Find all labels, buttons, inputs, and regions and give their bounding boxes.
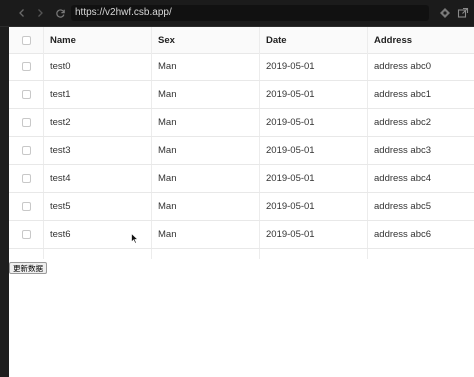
column-header-sex: Sex [152, 27, 260, 53]
cell-name: test1 [44, 81, 152, 108]
row-select[interactable] [9, 137, 44, 164]
table-row: test0 Man 2019-05-01 address abc0 [9, 53, 474, 81]
table-row-partial [9, 249, 474, 259]
cell-sex: Man [152, 137, 260, 164]
cell-sex: Man [152, 81, 260, 108]
cell-address: address abc3 [374, 145, 432, 156]
row-checkbox[interactable] [21, 174, 31, 183]
url-bar[interactable]: https://v2hwf.csb.app/ [71, 5, 429, 21]
cell-name: test0 [44, 53, 152, 80]
cell-name [44, 249, 152, 259]
browser-toolbar: https://v2hwf.csb.app/ [0, 0, 474, 27]
table-row: test1 Man 2019-05-01 address abc1 [9, 81, 474, 109]
cell-address: address abc6 [374, 229, 432, 240]
row-checkbox[interactable] [21, 62, 31, 71]
cell-date: 2019-05-01 [260, 81, 368, 108]
cell-date: 2019-05-01 [260, 221, 368, 248]
row-checkbox[interactable] [21, 118, 31, 127]
cell-address: address abc4 [374, 173, 432, 184]
cell-name: test2 [44, 109, 152, 136]
cell-address: address abc0 [374, 61, 432, 72]
cell-address: address abc5 [374, 201, 432, 212]
cell-date: 2019-05-01 [260, 137, 368, 164]
row-select[interactable] [9, 193, 44, 220]
cell-date [260, 249, 368, 259]
column-header-address: Address [374, 34, 413, 46]
cell-sex: Man [152, 165, 260, 192]
cell-address: address abc1 [374, 89, 432, 100]
cell-date: 2019-05-01 [260, 109, 368, 136]
table-row: test2 Man 2019-05-01 address abc2 [9, 109, 474, 137]
row-checkbox[interactable] [21, 230, 31, 239]
row-select[interactable] [9, 221, 44, 248]
update-data-button[interactable]: 更新数据 [9, 262, 47, 274]
row-select[interactable] [9, 109, 44, 136]
cell-sex [152, 249, 260, 259]
header-select-all[interactable] [9, 27, 44, 53]
cell-date: 2019-05-01 [260, 193, 368, 220]
table-row: test3 Man 2019-05-01 address abc3 [9, 137, 474, 165]
column-header-name: Name [44, 27, 152, 53]
row-select[interactable] [9, 165, 44, 192]
reload-icon[interactable] [52, 5, 68, 21]
browser-window: https://v2hwf.csb.app/ Name Sex Date Add… [0, 0, 474, 377]
back-arrow-icon[interactable] [14, 5, 30, 21]
table-row: test6 Man 2019-05-01 address abc6 [9, 221, 474, 249]
cell-sex: Man [152, 193, 260, 220]
cell-sex: Man [152, 221, 260, 248]
select-all-checkbox[interactable] [21, 35, 31, 45]
cell-address [368, 249, 474, 259]
cell-address: address abc2 [374, 117, 432, 128]
cell-sex: Man [152, 53, 260, 80]
cell-name: test3 [44, 137, 152, 164]
page-content: Name Sex Date Address test0 Man 2019-05-… [9, 27, 474, 377]
cell-name: test5 [44, 193, 152, 220]
table-header: Name Sex Date Address [9, 27, 474, 54]
table-row: test4 Man 2019-05-01 address abc4 [9, 165, 474, 193]
forward-arrow-icon[interactable] [32, 5, 48, 21]
row-select[interactable] [9, 81, 44, 108]
cell-date: 2019-05-01 [260, 165, 368, 192]
row-checkbox[interactable] [21, 146, 31, 155]
table-row: test5 Man 2019-05-01 address abc5 [9, 193, 474, 221]
row-checkbox[interactable] [21, 202, 31, 211]
cell-name: test4 [44, 165, 152, 192]
url-text: https://v2hwf.csb.app/ [75, 7, 172, 18]
open-external-icon[interactable] [456, 6, 470, 20]
cell-sex: Man [152, 109, 260, 136]
row-checkbox[interactable] [21, 90, 31, 99]
row-select[interactable] [9, 53, 44, 80]
row-select [9, 249, 44, 259]
column-header-date: Date [260, 27, 368, 53]
cell-date: 2019-05-01 [260, 53, 368, 80]
extension-icon[interactable] [438, 6, 452, 20]
